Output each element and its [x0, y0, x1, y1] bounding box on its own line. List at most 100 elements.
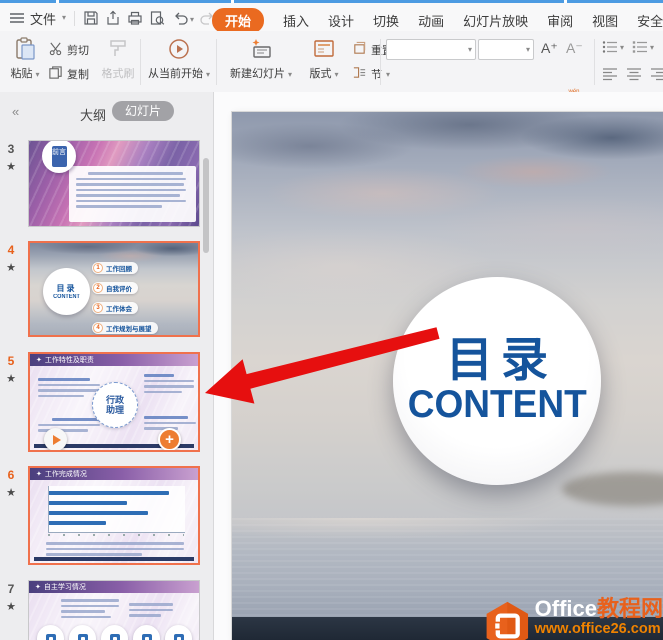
tab-审阅[interactable]: 审阅 [547, 11, 573, 30]
numbered-list-button[interactable]: ▾ [632, 40, 654, 54]
office26-logo-icon [486, 601, 529, 640]
chart-bar [49, 491, 169, 495]
slide3-preface-circle: 前言 [42, 141, 76, 173]
tab-幻灯片放映[interactable]: 幻灯片放映 [463, 11, 528, 30]
font-name-combo[interactable]: ▾ [386, 39, 476, 60]
toc-label: 工作回顾 [106, 266, 132, 273]
slide-number-5: 5 [7, 354, 15, 368]
group-divider [594, 39, 595, 85]
chart-axis-ticks [48, 534, 184, 536]
undo-caret[interactable]: ▾ [190, 15, 194, 24]
toc-subtitle: CONTENT [407, 383, 587, 427]
play-icon [144, 36, 214, 62]
animation-star-icon: ★ [6, 487, 16, 499]
paste-icon [6, 36, 44, 62]
slide-number-3: 3 [7, 142, 15, 156]
slide-thumbnail-5[interactable]: ✦ 工作特性及职责 行政 助理 + [28, 352, 200, 452]
animation-star-icon: ★ [6, 161, 16, 173]
animation-star-icon: ★ [6, 262, 16, 274]
group-divider [380, 39, 381, 85]
reset-icon [352, 41, 367, 59]
section-button[interactable]: 节 ▾ [352, 65, 390, 83]
new-slide-icon [222, 36, 300, 62]
toc-number: 3 [93, 303, 103, 313]
thumb4-toc-item: 1 工作回顾 [92, 262, 138, 274]
new-slide-quick-button[interactable]: + [158, 428, 181, 450]
start-from-current-button[interactable]: 从当前开始 ▾ [144, 36, 214, 81]
watermark: Office教程网 www.office26.com [484, 597, 663, 640]
animation-star-icon: ★ [6, 601, 16, 613]
slide-thumbnail-4[interactable]: 目录 CONTENT 1 工作回顾 2 自我评价 3 工作体会 4 工作规划与展望 [28, 241, 200, 337]
file-menu-caret[interactable]: ▾ [62, 13, 66, 22]
cut-button[interactable]: 剪切 [48, 41, 89, 59]
format-painter-button[interactable]: 格式刷 [98, 36, 138, 81]
undo-icon[interactable] [172, 9, 190, 27]
toc-label: 自我评价 [106, 286, 132, 293]
play-animation-button[interactable] [44, 428, 67, 450]
tab-动画[interactable]: 动画 [418, 11, 444, 30]
divider [74, 11, 75, 26]
font-size-combo[interactable]: ▾ [478, 39, 534, 60]
print-preview-icon[interactable] [148, 9, 166, 27]
slide-number-4: 4 [7, 243, 15, 257]
print-icon[interactable] [126, 9, 144, 27]
ribbon-toolbar: 粘贴 ▾ 剪切 复制 格式刷 从当前开始 ▾ 新建幻灯片 ▾ 版式 ▾ 重置 节… [0, 31, 663, 108]
text-placeholder [61, 599, 119, 621]
toc-circle[interactable]: 目录 CONTENT [393, 277, 601, 485]
increase-font-button[interactable]: A⁺ [541, 40, 558, 57]
save-icon[interactable] [82, 9, 100, 27]
slide3-text-box [69, 166, 196, 222]
text-placeholder [38, 378, 100, 400]
decrease-font-button[interactable]: A⁻ [566, 40, 583, 57]
slide5-center-circle: 行政 助理 [92, 382, 138, 428]
copy-button[interactable]: 复制 [48, 65, 89, 83]
preface-badge: 前言 [51, 145, 67, 167]
ribbon-tabs: 开始 插入 设计 切换 动画 幻灯片放映 审阅 视图 安全 [212, 6, 663, 34]
slide-number-7: 7 [7, 582, 15, 596]
tab-安全[interactable]: 安全 [637, 11, 663, 30]
slide7-title-bar: ✦ 自主学习情况 [29, 581, 199, 593]
toc-number: 4 [93, 323, 103, 333]
slide-thumbnail-3[interactable]: 前言 [28, 140, 200, 227]
paste-button[interactable]: 粘贴 ▾ [6, 36, 44, 81]
align-left-button[interactable] [602, 67, 618, 81]
toc-title: 目录 [446, 332, 556, 386]
toc-number: 2 [93, 283, 103, 293]
tab-切换[interactable]: 切换 [373, 11, 399, 30]
thumb4-toc-item: 2 自我评价 [92, 282, 138, 294]
text-placeholder [144, 374, 194, 396]
collapse-panel-button[interactable]: « [12, 104, 19, 119]
file-menu[interactable]: 文件 [30, 9, 56, 28]
chart-bar [49, 501, 127, 505]
layout-icon [302, 36, 346, 62]
watermark-url: www.office26.com [534, 621, 661, 637]
thumb4-toc-item: 3 工作体会 [92, 302, 138, 314]
slide-thumbnail-6[interactable]: ✦ 工作完成情况 [28, 466, 200, 565]
cut-icon [48, 41, 63, 59]
toc-label: 工作规划与展望 [106, 326, 152, 333]
format-painter-icon [98, 36, 138, 62]
tab-slides[interactable]: 幻灯片 [112, 101, 175, 121]
export-icon[interactable] [104, 9, 122, 27]
tab-outline[interactable]: 大纲 [80, 105, 106, 124]
align-right-button[interactable] [650, 67, 663, 81]
wps-presentation-window: 文件 ▾ ▾ » 开始插入设计切换动画幻灯片放映审阅视图安全 [0, 0, 663, 640]
toc-number: 1 [93, 263, 103, 273]
new-slide-button[interactable]: 新建幻灯片 ▾ [222, 36, 300, 81]
slide-layout-button[interactable]: 版式 ▾ [302, 36, 346, 81]
chart-bar [49, 511, 148, 515]
hamburger-menu-icon[interactable] [8, 9, 26, 27]
slide-thumbnail-7[interactable]: ✦ 自主学习情况 [28, 580, 200, 640]
slide6-title-bar: ✦ 工作完成情况 [30, 468, 198, 480]
tab-视图[interactable]: 视图 [592, 11, 618, 30]
tab-设计[interactable]: 设计 [328, 11, 354, 30]
bullet-list-button[interactable]: ▾ [602, 40, 624, 54]
slide4-toc-circle: 目录 CONTENT [43, 268, 90, 315]
slide5-title-bar: ✦ 工作特性及职责 [30, 354, 198, 366]
align-center-button[interactable] [626, 67, 642, 81]
current-slide[interactable]: 目录 CONTENT [232, 112, 663, 640]
panel-scrollbar[interactable] [203, 158, 209, 253]
watermark-brand: Office教程网 [534, 596, 663, 621]
tab-插入[interactable]: 插入 [283, 11, 309, 30]
tab-开始[interactable]: 开始 [212, 7, 265, 33]
